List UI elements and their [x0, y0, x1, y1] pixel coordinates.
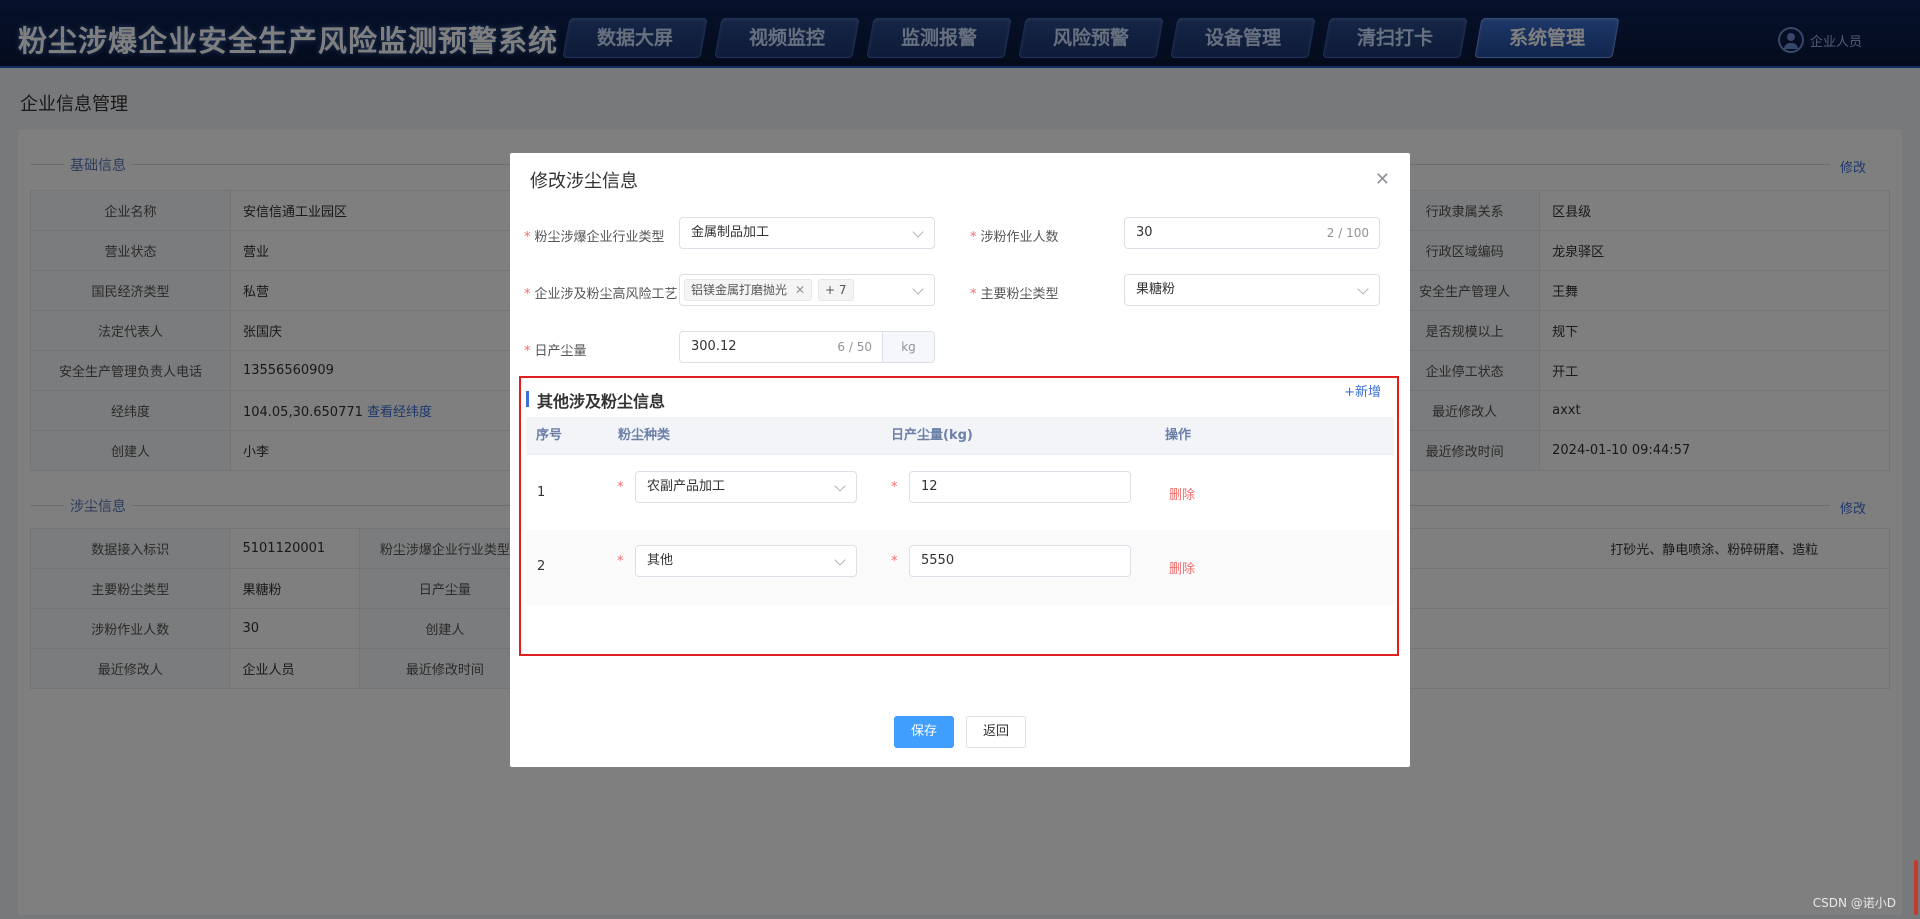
chevron-down-icon	[834, 480, 846, 492]
chevron-down-icon	[912, 226, 924, 238]
save-button[interactable]: 保存	[894, 716, 954, 748]
process-tag: 铝镁金属打磨抛光 ✕	[684, 279, 813, 301]
daily-amount-input[interactable]: 5550	[909, 545, 1131, 577]
table-row: 1 * 农副产品加工 * 12 删除	[526, 455, 1394, 530]
edit-dust-dialog: 修改涉尘信息 ✕ * 粉尘涉爆企业行业类型 金属制品加工 * 涉粉作业人数 30 2 …	[510, 153, 1410, 767]
col-dust-type: 粉尘种类	[618, 428, 671, 443]
tag-close-icon[interactable]: ✕	[795, 283, 805, 297]
back-button[interactable]: 返回	[966, 716, 1026, 748]
close-icon[interactable]: ✕	[1375, 171, 1390, 189]
col-action: 操作	[1165, 428, 1192, 443]
chevron-down-icon	[912, 283, 924, 295]
required-mark: *	[891, 554, 898, 569]
add-row-button[interactable]: +新增	[1344, 381, 1381, 400]
watermark: CSDN @诺小D	[1812, 896, 1896, 910]
delete-row-button[interactable]: 删除	[1169, 558, 1195, 577]
dust-type-label: * 主要粉尘类型	[970, 287, 1059, 302]
daily-dust-label: * 日产尘量	[524, 344, 587, 359]
table-row: 2 * 其他 * 5550 删除	[526, 530, 1394, 605]
required-mark: *	[617, 480, 624, 495]
scrollbar-thumb[interactable]	[1914, 860, 1918, 915]
required-mark: *	[891, 480, 898, 495]
chevron-down-icon	[1357, 283, 1369, 295]
industry-type-select[interactable]: 金属制品加工	[679, 217, 935, 249]
row-no: 2	[537, 559, 546, 574]
other-dust-title: 其他涉及粉尘信息	[537, 392, 666, 411]
dust-type-select[interactable]: 果糖粉	[1124, 274, 1380, 306]
section-accent-bar	[526, 391, 529, 407]
process-multi-select[interactable]: 铝镁金属打磨抛光 ✕ + 7	[679, 274, 935, 306]
industry-type-label: * 粉尘涉爆企业行业类型	[524, 230, 665, 245]
row-no: 1	[537, 485, 546, 500]
dust-kind-select[interactable]: 农副产品加工	[635, 471, 857, 503]
col-no: 序号	[536, 428, 563, 443]
unit-suffix: kg	[882, 332, 934, 362]
workers-label: * 涉粉作业人数	[970, 230, 1059, 245]
process-more-tag: + 7	[818, 279, 854, 301]
col-daily-amount: 日产尘量(kg)	[891, 428, 973, 443]
table-header: 序号 粉尘种类 日产尘量(kg) 操作	[526, 417, 1394, 455]
process-label: * 企业涉及粉尘高风险工艺	[524, 287, 678, 302]
dialog-title: 修改涉尘信息	[530, 171, 638, 192]
required-mark: *	[617, 554, 624, 569]
chevron-down-icon	[834, 554, 846, 566]
daily-dust-input[interactable]: 300.12 6 / 50 kg	[679, 331, 935, 363]
other-dust-section: 其他涉及粉尘信息 +新增 序号 粉尘种类 日产尘量(kg) 操作 1 * 农副产…	[519, 376, 1399, 656]
workers-input[interactable]: 30 2 / 100	[1124, 217, 1380, 249]
delete-row-button[interactable]: 删除	[1169, 484, 1195, 503]
dust-kind-select[interactable]: 其他	[635, 545, 857, 577]
daily-amount-input[interactable]: 12	[909, 471, 1131, 503]
